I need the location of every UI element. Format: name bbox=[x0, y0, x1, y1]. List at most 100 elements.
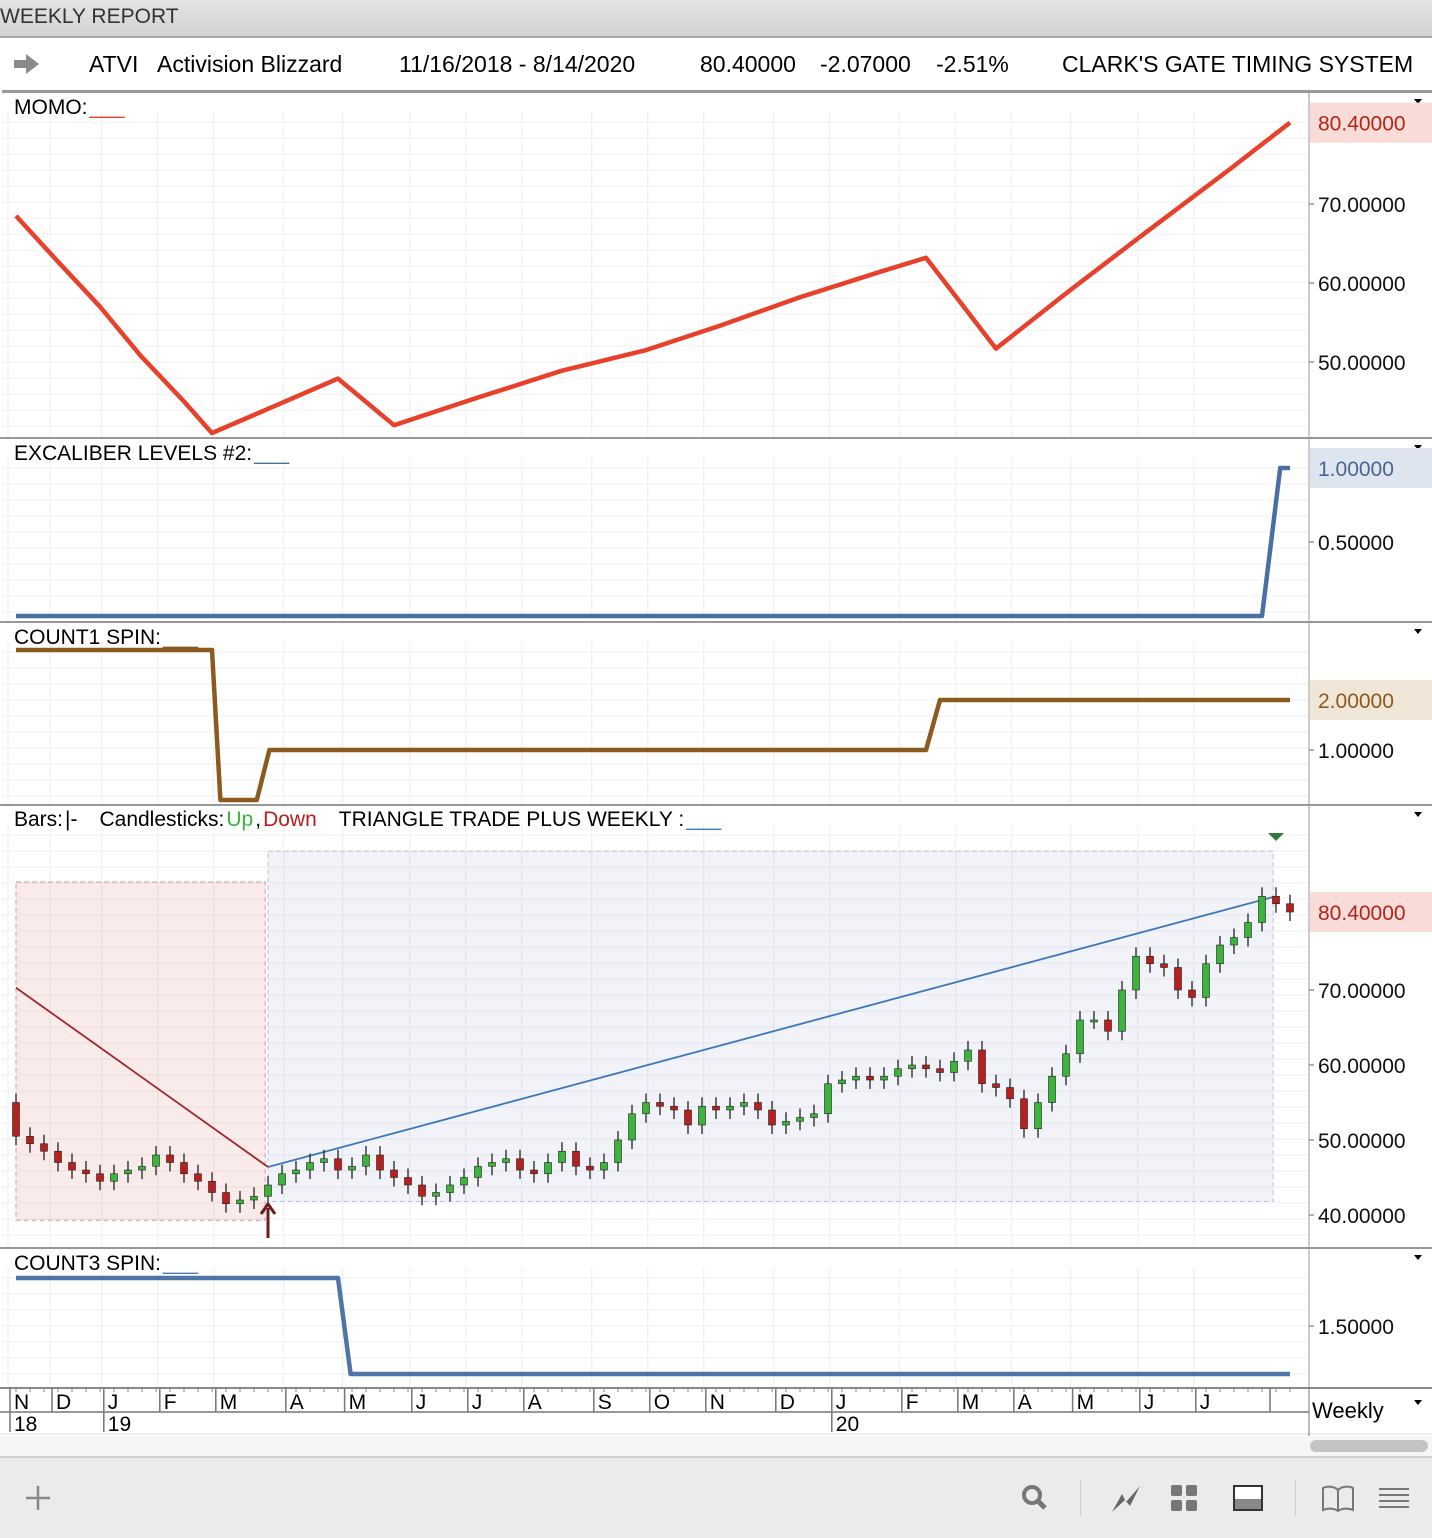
candle-down bbox=[1104, 1019, 1112, 1032]
y-tick-label: 50.00000 bbox=[1318, 352, 1406, 375]
x-month-label: J bbox=[1200, 1391, 1211, 1414]
chart-line-icon[interactable] bbox=[1106, 1478, 1146, 1518]
legend-text: Bars: bbox=[14, 808, 63, 831]
last-value-label: 80.40000 bbox=[1318, 902, 1406, 925]
y-tick-label: 50.00000 bbox=[1318, 1130, 1406, 1153]
candle-down bbox=[530, 1169, 538, 1175]
legend-text: Up bbox=[226, 808, 253, 831]
candle-down bbox=[166, 1154, 174, 1163]
x-month-label: F bbox=[164, 1391, 177, 1414]
candle-down bbox=[40, 1143, 48, 1152]
panel-menu-chevron-icon bbox=[1414, 1255, 1422, 1260]
series-line bbox=[16, 647, 1290, 803]
x-month-label: M bbox=[1077, 1391, 1095, 1414]
candle-up bbox=[1118, 989, 1126, 1032]
book-icon[interactable] bbox=[1318, 1478, 1358, 1518]
candle-up bbox=[138, 1165, 146, 1171]
timeframe-label: Weekly bbox=[1312, 1398, 1384, 1423]
candle-up bbox=[446, 1184, 454, 1193]
y-tick-label: 60.00000 bbox=[1318, 1055, 1406, 1078]
candle-up bbox=[320, 1158, 328, 1163]
x-month-label: M bbox=[349, 1391, 367, 1414]
candle-up bbox=[124, 1169, 132, 1175]
candle-up bbox=[362, 1154, 370, 1167]
candle-up bbox=[1132, 955, 1140, 991]
scroll-track bbox=[0, 1436, 1432, 1456]
legend-swatch: ___ bbox=[253, 442, 289, 465]
search-icon[interactable] bbox=[1015, 1478, 1055, 1518]
candle-up bbox=[264, 1184, 272, 1197]
candle-down bbox=[82, 1169, 90, 1175]
timeframe-select[interactable]: Weekly bbox=[1312, 1398, 1384, 1424]
x-month-label: J bbox=[836, 1391, 847, 1414]
candle-down bbox=[656, 1102, 664, 1107]
last-value-label: 2.00000 bbox=[1318, 690, 1394, 713]
entry-arrow-up-icon bbox=[259, 1201, 277, 1238]
series-line bbox=[16, 465, 1290, 619]
menu-icon[interactable] bbox=[1374, 1478, 1414, 1518]
legend-swatch: ___ bbox=[89, 96, 125, 119]
signal-triangle-down-icon bbox=[1268, 833, 1284, 841]
candle-down bbox=[516, 1158, 524, 1171]
candle-up bbox=[726, 1105, 734, 1111]
candle bbox=[1118, 981, 1126, 1041]
candle-up bbox=[698, 1105, 706, 1126]
candle-up bbox=[292, 1169, 300, 1175]
x-month-label: D bbox=[56, 1391, 71, 1414]
candle-up bbox=[544, 1162, 552, 1175]
x-month-label: A bbox=[528, 1391, 542, 1414]
candle-down bbox=[180, 1162, 188, 1175]
candle-down bbox=[572, 1150, 580, 1167]
add-icon[interactable] bbox=[18, 1478, 58, 1518]
candle-up bbox=[1244, 922, 1252, 938]
candle-up bbox=[614, 1139, 622, 1163]
legend-swatch: ___ bbox=[162, 1252, 198, 1275]
grid-layout-icon[interactable] bbox=[1164, 1478, 1204, 1518]
candle-down bbox=[1160, 963, 1168, 968]
candle-down bbox=[390, 1169, 398, 1178]
candle-down bbox=[670, 1105, 678, 1111]
candle-up bbox=[432, 1192, 440, 1197]
legend-text: , bbox=[255, 808, 261, 831]
toolbar-divider bbox=[1295, 1480, 1296, 1516]
x-year-label: 20 bbox=[836, 1413, 859, 1436]
y-tick-label: 40.00000 bbox=[1318, 1205, 1406, 1228]
candle-down bbox=[978, 1049, 986, 1085]
candle-up bbox=[838, 1079, 846, 1085]
candle-up bbox=[278, 1173, 286, 1186]
candle-up bbox=[1230, 937, 1238, 946]
candle-up bbox=[1216, 944, 1224, 965]
panel-title: EXCALIBER LEVELS #2: bbox=[14, 442, 252, 465]
candle-down bbox=[1286, 903, 1294, 913]
y-tick-label: 70.00000 bbox=[1318, 980, 1406, 1003]
horizontal-scrollbar[interactable] bbox=[1310, 1440, 1428, 1452]
candle-up bbox=[348, 1165, 356, 1171]
x-year-label: 19 bbox=[108, 1413, 131, 1436]
candle-down bbox=[334, 1158, 342, 1171]
y-tick-label: 70.00000 bbox=[1318, 194, 1406, 217]
candle bbox=[1272, 887, 1280, 913]
candle-down bbox=[418, 1184, 426, 1197]
candle-down bbox=[26, 1135, 34, 1145]
x-month-label: J bbox=[1144, 1391, 1155, 1414]
candle-up bbox=[894, 1068, 902, 1077]
bottom-toolbar bbox=[0, 1456, 1432, 1538]
legend-text: TRIANGLE TRADE PLUS WEEKLY : bbox=[339, 808, 684, 831]
candle-up bbox=[810, 1113, 818, 1118]
panel-title: COUNT3 SPIN: bbox=[14, 1252, 161, 1275]
price-panel-content: Bars: |- Candlesticks: Up, Down TRIANGLE TRAD… bbox=[12, 808, 1294, 1238]
candle-down bbox=[1146, 955, 1154, 965]
timeframe-chevron-icon bbox=[1414, 1400, 1422, 1405]
candle-up bbox=[152, 1154, 160, 1167]
candle-down bbox=[1006, 1087, 1014, 1100]
candle-up bbox=[460, 1177, 468, 1186]
candle-down bbox=[194, 1173, 202, 1182]
chart-area[interactable]: 70.0000060.0000050.00000MOMO: ___80.40000… bbox=[0, 0, 1432, 1436]
x-month-label: M bbox=[220, 1391, 238, 1414]
legend-text: ___ bbox=[685, 808, 721, 831]
candle-down bbox=[586, 1165, 594, 1171]
x-month-label: A bbox=[290, 1391, 304, 1414]
candle-down bbox=[712, 1105, 720, 1111]
panel-0: 70.00000 60.00000 50.00000 MOMO: ___ 80.40000 bbox=[0, 92, 1432, 439]
panel-layout-icon[interactable] bbox=[1228, 1478, 1268, 1518]
